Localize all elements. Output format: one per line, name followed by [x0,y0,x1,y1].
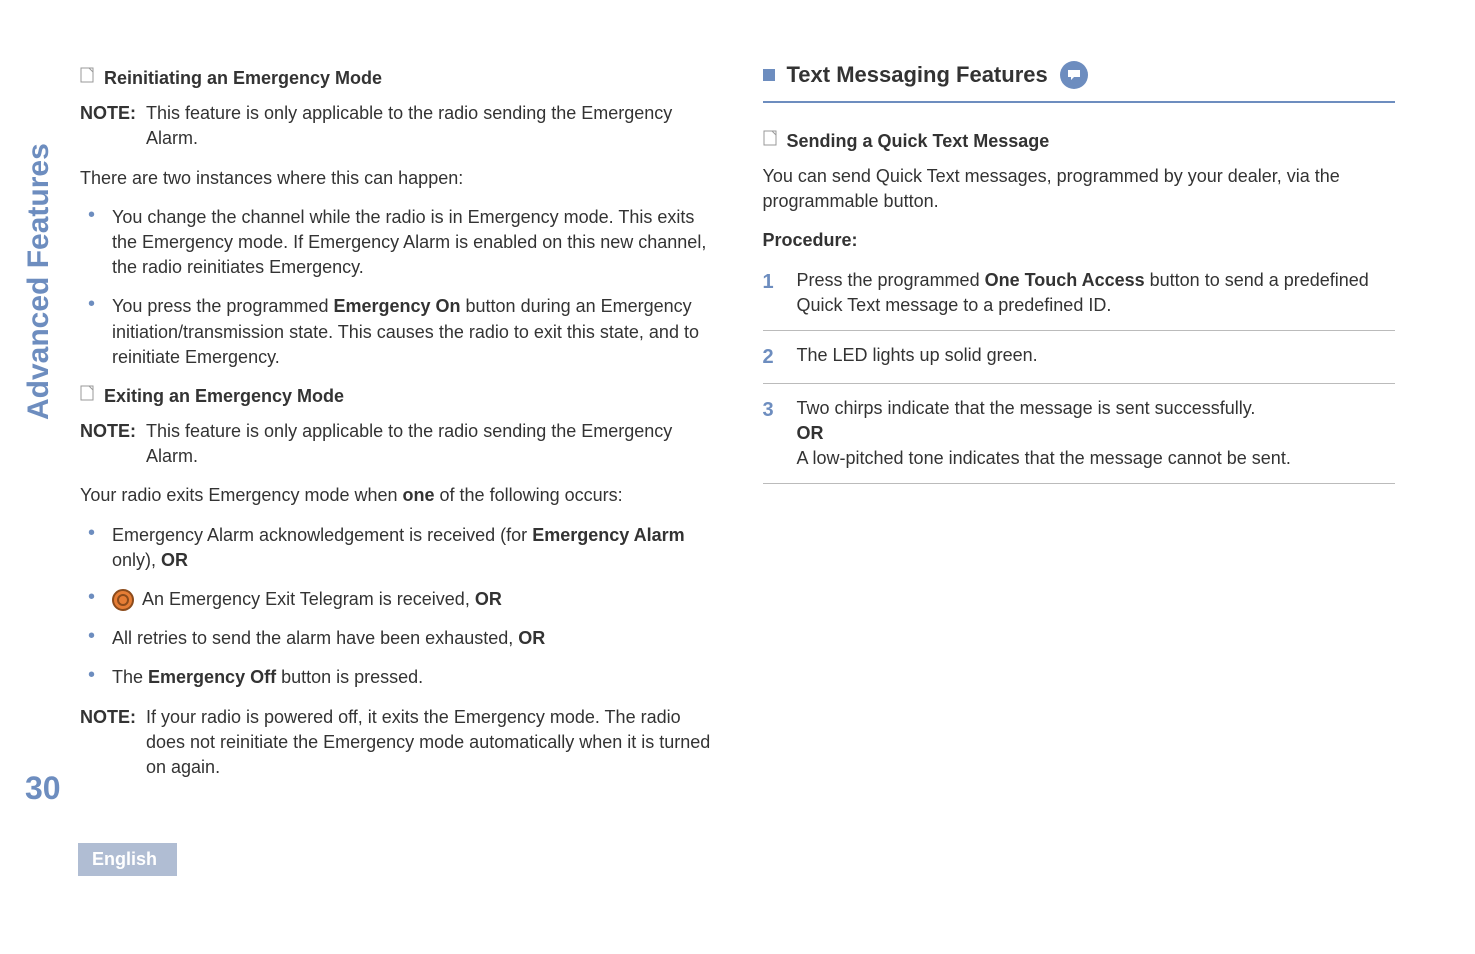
sidebar-section-title: Advanced Features [22,143,56,420]
bullet-list: You change the channel while the radio i… [80,205,713,370]
paragraph: Your radio exits Emergency mode when one… [80,483,713,508]
step-number: 3 [763,396,781,472]
steps-list: 1 Press the programmed One Touch Access … [763,264,1396,485]
page-icon [80,67,94,90]
subheading-reinitiating: Reinitiating an Emergency Mode [80,66,713,91]
note-text: This feature is only applicable to the r… [146,419,713,469]
section-title: Text Messaging Features [787,60,1048,91]
section-heading: Text Messaging Features [763,60,1396,103]
note-block: NOTE: If your radio is powered off, it e… [80,705,713,781]
step-number: 2 [763,343,781,371]
bullet-list: Emergency Alarm acknowledgement is recei… [80,523,713,691]
list-item: Emergency Alarm acknowledgement is recei… [98,523,713,573]
note-label: NOTE: [80,705,136,781]
subheading-exiting: Exiting an Emergency Mode [80,384,713,409]
step-item: 3 Two chirps indicate that the message i… [763,384,1396,485]
page-icon [80,385,94,408]
step-text: The LED lights up solid green. [797,343,1038,371]
note-label: NOTE: [80,101,136,151]
subheading-text: Exiting an Emergency Mode [104,384,344,409]
step-text: Two chirps indicate that the message is … [797,396,1291,472]
right-column: Text Messaging Features Sending a Quick … [763,60,1396,794]
subheading-text: Sending a Quick Text Message [787,129,1050,154]
paragraph: You can send Quick Text messages, progra… [763,164,1396,214]
left-column: Reinitiating an Emergency Mode NOTE: Thi… [80,60,713,794]
list-item: All retries to send the alarm have been … [98,626,713,651]
list-item: The Emergency Off button is pressed. [98,665,713,690]
step-number: 1 [763,268,781,318]
paragraph: There are two instances where this can h… [80,166,713,191]
square-bullet-icon [763,69,775,81]
page-icon [763,130,777,153]
step-item: 2 The LED lights up solid green. [763,331,1396,384]
antenna-icon [112,589,134,611]
list-item: You change the channel while the radio i… [98,205,713,281]
subheading-text: Reinitiating an Emergency Mode [104,66,382,91]
step-item: 1 Press the programmed One Touch Access … [763,264,1396,331]
note-text: If your radio is powered off, it exits t… [146,705,713,781]
message-icon [1060,61,1088,89]
procedure-label: Procedure: [763,228,1396,253]
note-text: This feature is only applicable to the r… [146,101,713,151]
footer-language: English [78,843,177,876]
note-block: NOTE: This feature is only applicable to… [80,419,713,469]
note-label: NOTE: [80,419,136,469]
list-item: An Emergency Exit Telegram is received, … [98,587,713,612]
subheading-sending: Sending a Quick Text Message [763,129,1396,154]
page-number: 30 [25,770,61,807]
list-item: You press the programmed Emergency On bu… [98,294,713,370]
step-text: Press the programmed One Touch Access bu… [797,268,1396,318]
page-content: Reinitiating an Emergency Mode NOTE: Thi… [0,0,1475,854]
note-block: NOTE: This feature is only applicable to… [80,101,713,151]
